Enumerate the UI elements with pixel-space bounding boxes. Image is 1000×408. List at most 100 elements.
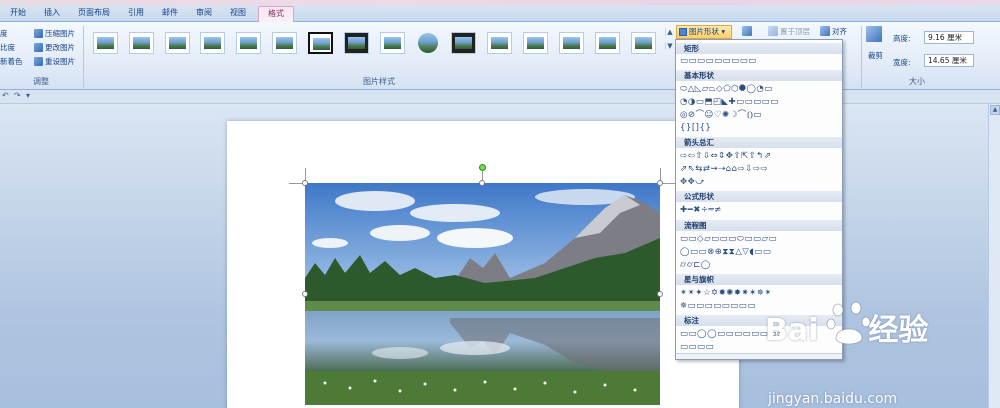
picture-style-thumb[interactable] bbox=[200, 32, 225, 54]
shape-row[interactable]: ✴✴✦☆✡✹✺✸✷✶✵✴ bbox=[680, 288, 772, 299]
picture-shape-label: 图片形状 bbox=[689, 27, 719, 36]
picture-style-thumb[interactable] bbox=[631, 32, 656, 54]
shape-row[interactable]: ⇨⇦⇧⇩⇔⇕✥⇧⇱⇧↰⇗ bbox=[680, 151, 771, 162]
gallery-scroll-up[interactable]: ▲ bbox=[665, 28, 674, 36]
change-picture-icon bbox=[34, 43, 43, 52]
watermark-logo-text-2: 经验 bbox=[868, 313, 929, 348]
align-label: 对齐 bbox=[832, 27, 847, 36]
shape-row[interactable]: ✚━✖÷═≠ bbox=[680, 205, 722, 216]
height-label: 高度: bbox=[893, 34, 911, 43]
compress-pictures-button[interactable]: 压缩图片 bbox=[34, 28, 75, 39]
reset-picture-icon bbox=[34, 57, 43, 66]
height-input[interactable]: 9.16 厘米 bbox=[924, 31, 974, 44]
change-picture-button[interactable]: 更改图片 bbox=[34, 42, 75, 53]
qat-more-button[interactable]: ▾ bbox=[26, 91, 30, 100]
picture-style-thumb[interactable] bbox=[595, 32, 620, 54]
contrast-label: 比度 bbox=[0, 43, 15, 52]
reset-picture-button[interactable]: 重设图片 bbox=[34, 56, 75, 67]
resize-handle[interactable] bbox=[479, 180, 485, 186]
shape-section-title: 流程图 bbox=[676, 220, 842, 231]
picture-style-thumb[interactable] bbox=[487, 32, 512, 54]
resize-handle[interactable] bbox=[657, 291, 663, 297]
shape-row[interactable]: ⇗⇖⇆⇄⇝⇢⌂⌂⇨⇩⇨⇨ bbox=[680, 164, 768, 175]
picture-style-thumb[interactable] bbox=[129, 32, 154, 54]
title-bar-strip bbox=[0, 0, 1000, 5]
picture-style-thumb[interactable] bbox=[451, 32, 476, 54]
shape-row[interactable]: ▭▭▭▭▭▭▭▭▭ bbox=[680, 56, 757, 67]
tab-home[interactable]: 开始 bbox=[4, 6, 32, 22]
picture-style-thumb[interactable] bbox=[272, 32, 297, 54]
shape-row[interactable]: {}[]{} bbox=[680, 123, 711, 134]
shape-row[interactable]: ◯▭▭⊗⊕⧗⧗△▽◖▭▭ bbox=[680, 247, 771, 258]
brightness-button[interactable]: 度 bbox=[0, 28, 8, 39]
contrast-button[interactable]: 比度 bbox=[0, 42, 15, 53]
redo-button[interactable]: ↷ bbox=[14, 91, 21, 100]
selected-picture[interactable] bbox=[305, 183, 660, 405]
shape-section-title: 矩形 bbox=[676, 43, 842, 54]
picture-style-thumb[interactable] bbox=[236, 32, 261, 54]
paw-icon bbox=[826, 301, 871, 345]
shape-row[interactable]: ▭▭▭▭ bbox=[680, 342, 714, 353]
undo-button[interactable]: ↶ bbox=[2, 91, 9, 100]
tab-insert[interactable]: 插入 bbox=[38, 6, 66, 22]
adjust-group-label: 调整 bbox=[33, 77, 49, 86]
reset-picture-label: 重设图片 bbox=[45, 57, 75, 66]
vertical-scrollbar[interactable]: ▲ bbox=[988, 104, 1000, 408]
compress-label: 压缩图片 bbox=[45, 29, 75, 38]
picture-style-thumb[interactable] bbox=[93, 32, 118, 54]
tab-references[interactable]: 引用 bbox=[122, 6, 150, 22]
landscape-photo bbox=[305, 183, 660, 405]
watermark-url: jingyan.baidu.com bbox=[768, 391, 898, 407]
shape-row[interactable]: ✥✥⤻ bbox=[680, 177, 705, 188]
width-input[interactable]: 14.65 厘米 bbox=[924, 54, 974, 67]
quick-access-toolbar: ↶ ↷ ▾ bbox=[0, 90, 1000, 104]
shape-row[interactable]: ▭▭◇▱▭▭▭⬭▭▭▱▭ bbox=[680, 234, 777, 245]
picture-shape-icon bbox=[679, 28, 687, 36]
tab-review[interactable]: 审阅 bbox=[190, 6, 218, 22]
tab-mailings[interactable]: 邮件 bbox=[156, 6, 184, 22]
recolor-button[interactable]: 新着色 bbox=[0, 56, 23, 67]
brightness-label: 度 bbox=[0, 29, 8, 38]
picture-style-thumb[interactable] bbox=[380, 32, 405, 54]
align-button[interactable]: 对齐 bbox=[820, 26, 847, 37]
picture-shape-button[interactable]: 图片形状 ▾ bbox=[676, 25, 732, 39]
gallery-scroll-down[interactable]: ▼ bbox=[665, 42, 674, 50]
watermark-logo-text: Bai bbox=[765, 313, 819, 348]
shape-section-title: 箭头总汇 bbox=[676, 137, 842, 148]
tab-view[interactable]: 视图 bbox=[224, 6, 252, 22]
gallery-resize-grip[interactable] bbox=[676, 353, 842, 359]
rotation-handle[interactable] bbox=[479, 164, 486, 171]
resize-handle[interactable] bbox=[302, 180, 308, 186]
crop-label: 裁剪 bbox=[868, 51, 883, 60]
picture-style-thumb[interactable] bbox=[559, 32, 584, 54]
tab-format[interactable]: 格式 bbox=[258, 6, 294, 22]
shape-section-title: 星与旗帜 bbox=[676, 274, 842, 285]
picture-styles-group-label: 图片样式 bbox=[363, 77, 395, 86]
resize-handle[interactable] bbox=[657, 180, 663, 186]
shape-row[interactable]: ◔◑▭⬒◰◣✚▭▭▭▭▭ bbox=[680, 97, 779, 108]
picture-style-thumb[interactable] bbox=[308, 32, 333, 54]
picture-style-thumb[interactable] bbox=[344, 32, 369, 54]
shape-row[interactable]: ◎⊘⌒☺♡✺☽⌒⦅⦆▭ bbox=[680, 110, 762, 121]
position-icon bbox=[742, 26, 752, 36]
crop-button[interactable] bbox=[866, 26, 884, 42]
ribbon: 度 比度 新着色 压缩图片 更改图片 重设图片 调整 ▲ ▼ 图片样式 置于顶层… bbox=[0, 22, 1000, 90]
shape-row[interactable]: ⬭△◺▱⏢◇⬠⬡⯃◯◔▭ bbox=[680, 84, 773, 95]
width-label: 宽度: bbox=[893, 58, 911, 67]
tab-page-layout[interactable]: 页面布局 bbox=[74, 6, 114, 22]
bring-to-front-icon bbox=[768, 26, 778, 36]
shape-section-title: 公式形状 bbox=[676, 191, 842, 202]
bring-to-front-button[interactable]: 置于顶层 bbox=[768, 26, 810, 37]
picture-style-thumb[interactable] bbox=[523, 32, 548, 54]
picture-style-thumb[interactable] bbox=[415, 32, 440, 54]
crop-icon bbox=[866, 26, 882, 42]
shape-row[interactable]: ⌭⌭⊏◯ bbox=[680, 260, 711, 271]
position-button[interactable] bbox=[742, 26, 754, 36]
ribbon-tab-bar: 开始 插入 页面布局 引用 邮件 审阅 视图 格式 bbox=[0, 0, 1000, 22]
compress-icon bbox=[34, 29, 43, 38]
picture-style-thumb[interactable] bbox=[165, 32, 190, 54]
scroll-up-arrow[interactable]: ▲ bbox=[990, 105, 1000, 115]
shape-row[interactable]: ✵▭▭▭▭▭▭▭▭ bbox=[680, 301, 756, 312]
bring-to-front-label: 置于顶层 bbox=[780, 27, 810, 36]
resize-handle[interactable] bbox=[302, 291, 308, 297]
